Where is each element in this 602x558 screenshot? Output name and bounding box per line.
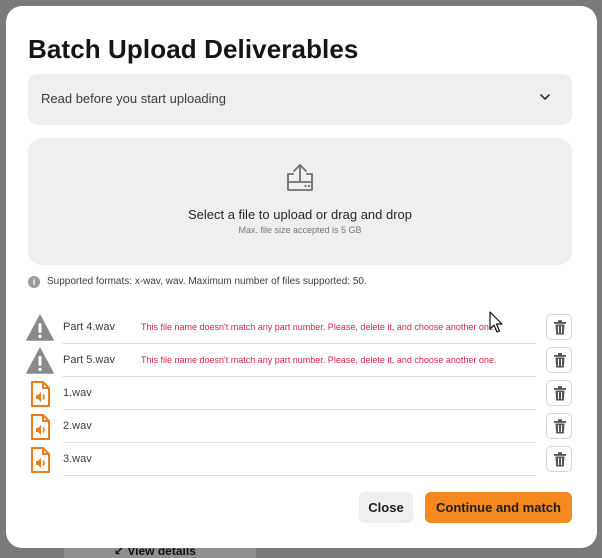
audio-file-icon [31,414,50,440]
audio-file-icon [31,447,50,473]
delete-file-button[interactable] [546,446,572,472]
row-divider [63,475,536,476]
trash-icon [554,419,566,434]
chevron-down-icon [540,94,550,100]
delete-file-button[interactable] [546,413,572,439]
trash-icon [554,386,566,401]
trash-icon [554,320,566,335]
dropzone-size-hint: Max. file size accepted is 5 GB [238,225,362,235]
file-error-message: This file name doesn't match any part nu… [141,355,497,365]
mouse-cursor-icon [489,311,503,333]
delete-file-button[interactable] [546,380,572,406]
upload-tray-icon [287,164,313,191]
file-name: 2.wav [63,420,92,432]
instructions-accordion[interactable]: Read before you start uploading [28,74,572,125]
file-name: 1.wav [63,387,92,399]
audio-file-icon [31,381,50,407]
dialog-title: Batch Upload Deliverables [28,34,359,64]
file-name: Part 5.wav [63,354,115,366]
batch-upload-dialog: Batch Upload Deliverables Read before yo… [6,6,597,548]
file-row: Part 5.wav This file name doesn't match … [26,344,576,377]
warning-icon [26,347,54,374]
file-row: 3.wav [26,443,576,476]
close-button[interactable]: Close [359,492,413,523]
trash-icon [554,353,566,368]
accordion-label: Read before you start uploading [41,91,227,106]
file-error-message: This file name doesn't match any part nu… [141,322,497,332]
file-name: 3.wav [63,453,92,465]
file-row: 2.wav [26,410,576,443]
dropzone-main-text: Select a file to upload or drag and drop [187,207,413,222]
delete-file-button[interactable] [546,347,572,373]
file-dropzone[interactable]: Select a file to upload or drag and drop… [28,138,572,265]
info-icon: i [28,276,40,288]
file-name: Part 4.wav [63,321,115,333]
formats-note-text: Supported formats: x-wav, wav. Maximum n… [47,276,367,287]
file-row: 1.wav [26,377,576,410]
delete-file-button[interactable] [546,314,572,340]
trash-icon [554,452,566,467]
warning-icon [26,314,54,341]
continue-and-match-button[interactable]: Continue and match [425,492,572,523]
